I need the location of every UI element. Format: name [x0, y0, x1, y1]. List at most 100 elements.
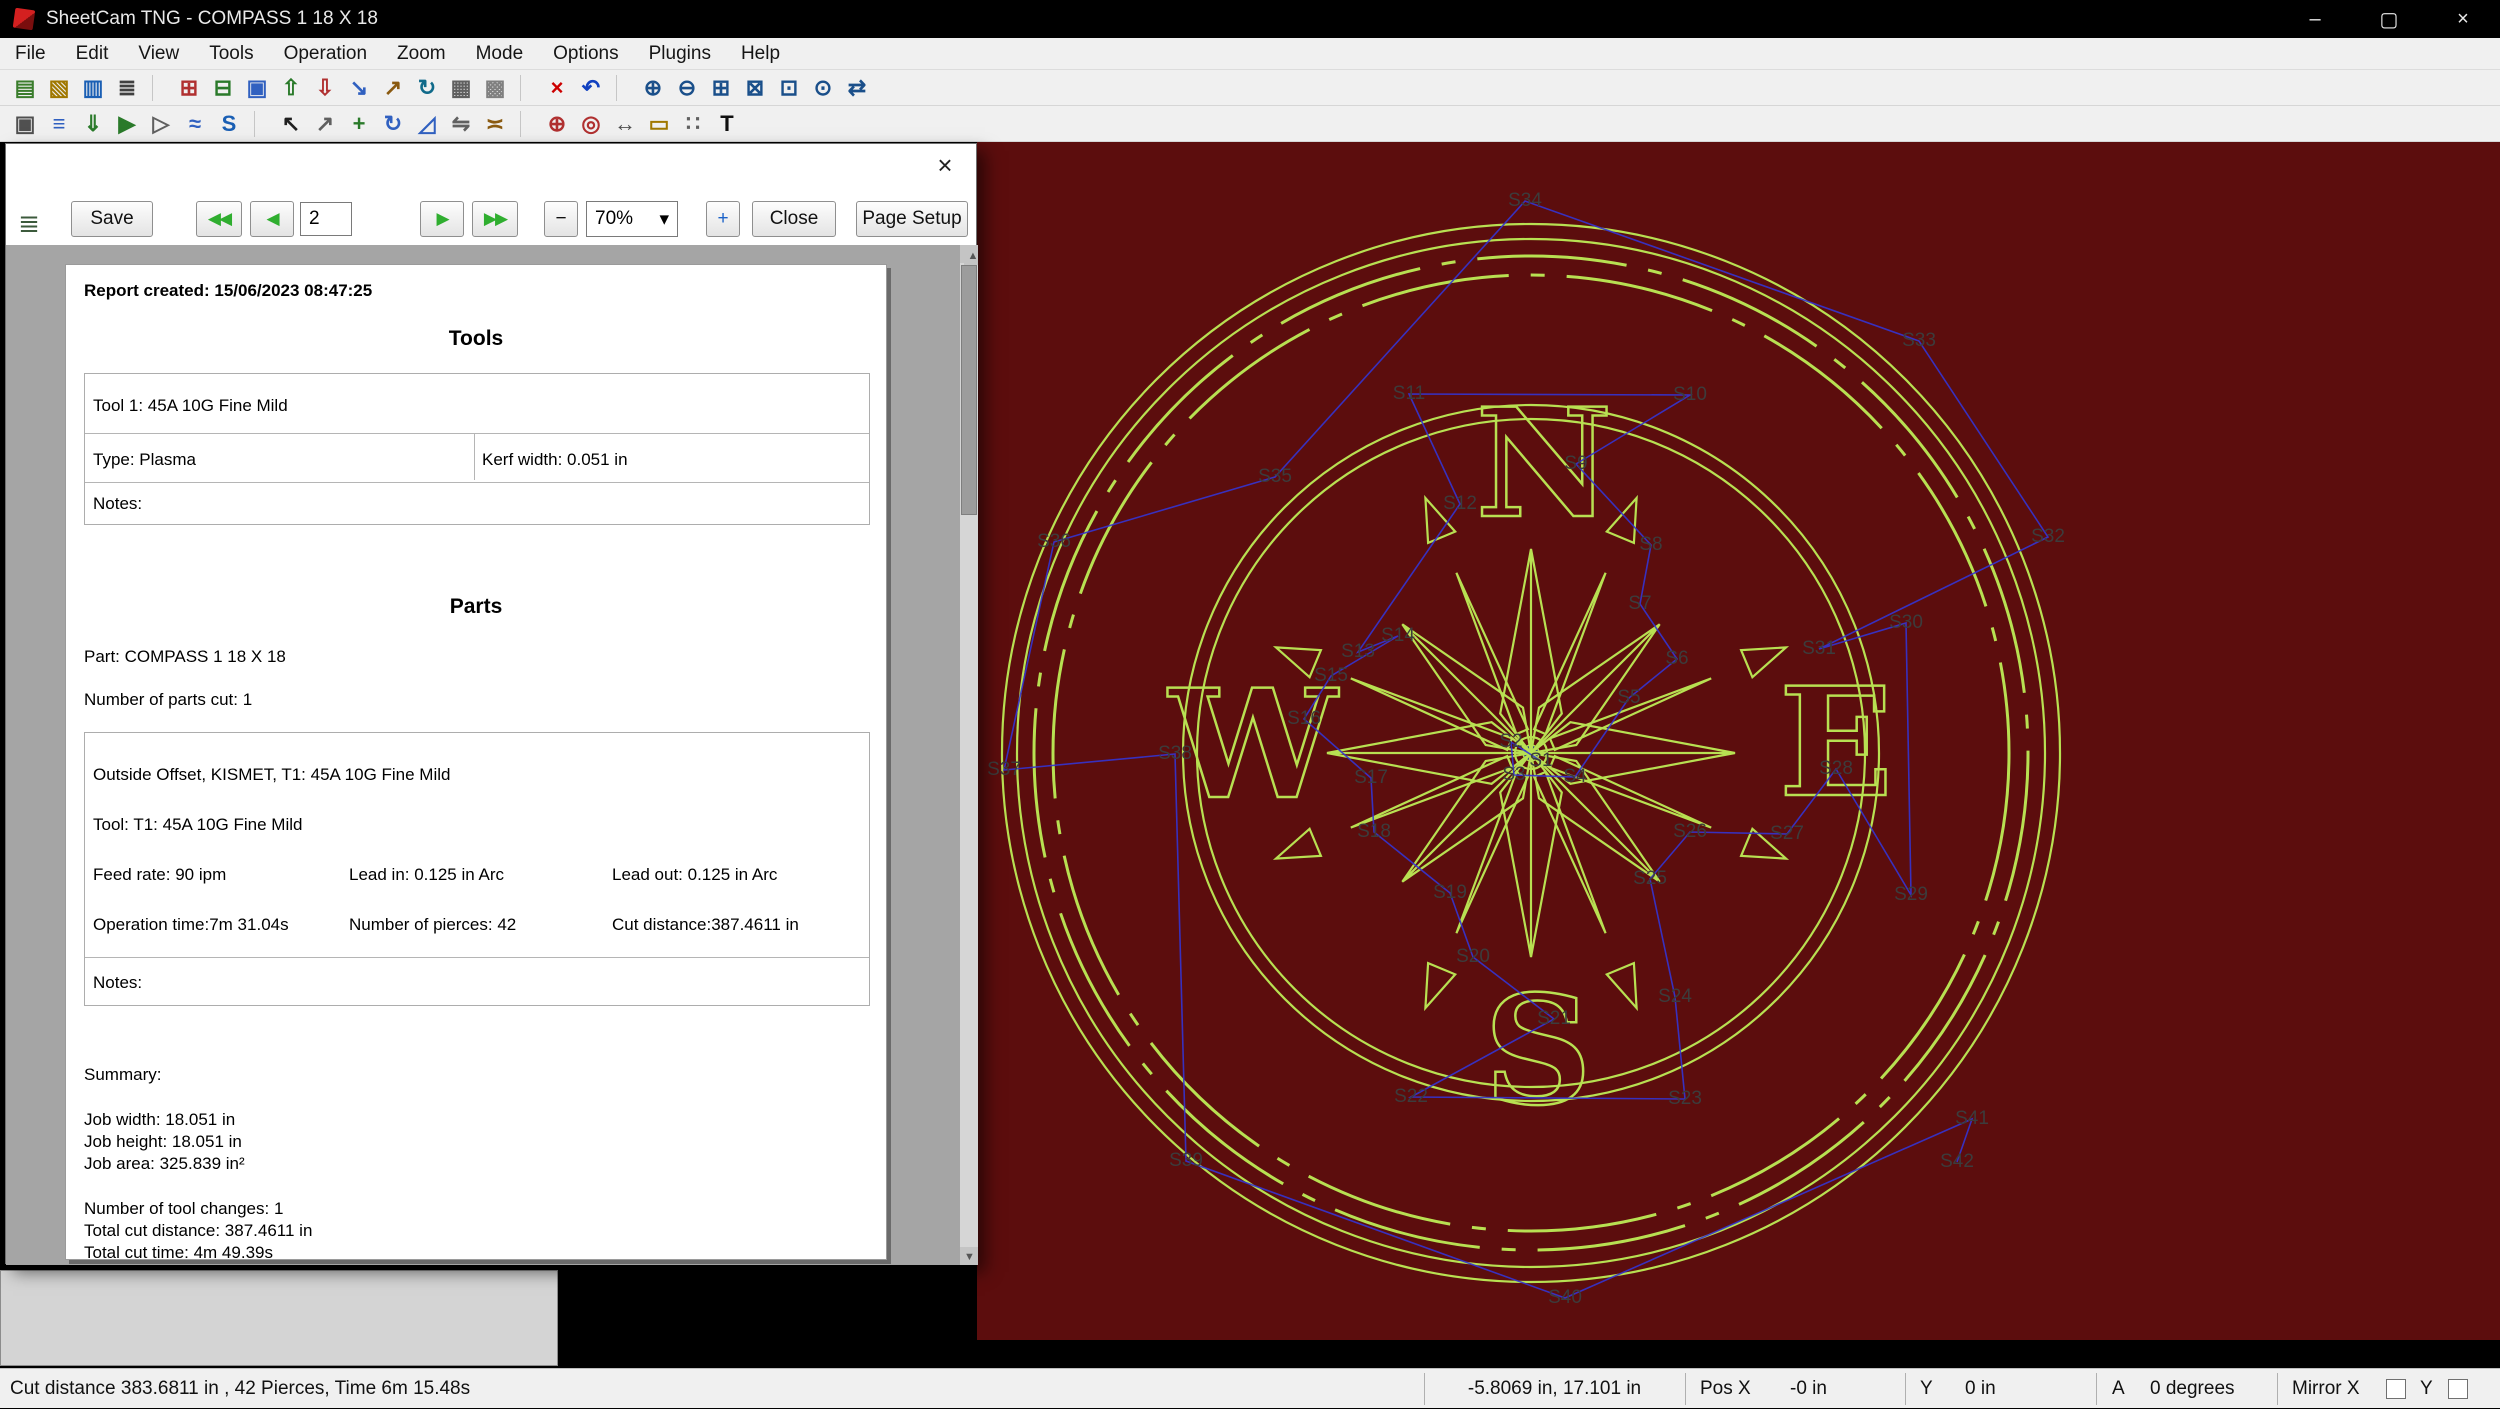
mirror-x-checkbox[interactable] — [2386, 1379, 2406, 1399]
kerf-width-cell: Kerf width: 0.051 in — [482, 450, 628, 469]
close-preview-button[interactable]: Close — [752, 201, 836, 237]
save-job-icon[interactable]: ▥ — [78, 73, 108, 103]
menu-item-help[interactable]: Help — [726, 38, 795, 70]
zoom-out-icon[interactable]: ⊖ — [672, 73, 702, 103]
menu-item-file[interactable]: File — [0, 38, 61, 70]
move-entity-icon[interactable]: + — [344, 109, 374, 139]
page-setup-button[interactable]: Page Setup — [856, 201, 968, 237]
pierces-cell: Number of pierces: 42 — [349, 915, 517, 934]
report-print-icon[interactable]: ≣ — [10, 204, 48, 242]
report-page: Report created: 15/06/2023 08:47:25 Tool… — [65, 264, 887, 1262]
delete-operations-icon[interactable]: × — [542, 73, 572, 103]
zoom-material-icon[interactable]: ⊙ — [808, 73, 838, 103]
zoom-in-icon[interactable]: ⊕ — [638, 73, 668, 103]
tools-table: Tool 1: 45A 10G Fine Mild Type: Plasma K… — [84, 373, 870, 525]
mirror-entity-icon[interactable]: ⇋ — [446, 109, 476, 139]
next-page-button[interactable]: ▶ — [420, 201, 464, 237]
measure-icon[interactable]: ↔ — [610, 109, 640, 139]
operation-time-cell: Operation time:7m 31.04s — [93, 915, 289, 934]
nest-parts-icon[interactable]: ▦ — [446, 73, 476, 103]
pierce-label-s41: S41 — [1955, 1108, 1989, 1129]
minimize-button[interactable]: – — [2278, 0, 2352, 38]
toolbar-row1: ▤ ▧ ▥ ≣ ⊞ ⊟ ▣ ⇧ ⇩ ↘ ↗ ↻ ▦ ▩ × ↶ ⊕ ⊖ ⊞ ⊠ ⊡ ⊙ ⇄ — [0, 70, 2500, 106]
feed-rate-cell: Feed rate: 90 ipm — [93, 865, 227, 884]
pierce-label-s37: S37 — [987, 759, 1021, 780]
close-button[interactable]: × — [2426, 0, 2500, 38]
select-contour-icon[interactable]: ↗ — [310, 109, 340, 139]
align-parts-icon[interactable]: ≍ — [480, 109, 510, 139]
toolbar-separator — [152, 74, 166, 101]
bottom-left-panel — [0, 1270, 558, 1366]
zoom-out-button[interactable]: − — [544, 201, 578, 237]
scrollbar-thumb[interactable] — [961, 265, 977, 515]
show-toolpaths-icon[interactable]: ≈ — [180, 109, 210, 139]
new-job-icon[interactable]: ▤ — [10, 73, 40, 103]
run-post-icon[interactable]: ▶ — [112, 109, 142, 139]
zoom-value: 70% — [595, 208, 634, 229]
print-icon[interactable]: ≣ — [112, 73, 142, 103]
position-indicator-icon[interactable]: ◎ — [576, 109, 606, 139]
zoom-drawing-icon[interactable]: ⊡ — [774, 73, 804, 103]
array-parts-icon[interactable]: ▩ — [480, 73, 510, 103]
mirror-y-checkbox[interactable] — [2448, 1379, 2468, 1399]
first-page-button[interactable]: ◀◀ — [196, 201, 242, 237]
scale-entity-icon[interactable]: ◿ — [412, 109, 442, 139]
part-down-icon[interactable]: ⇩ — [310, 73, 340, 103]
import-part-icon[interactable]: ↘ — [344, 73, 374, 103]
status-pos-x-value: -0 in — [1790, 1378, 1827, 1399]
drawing-canvas[interactable]: NESW S1 S2 S3 S4 S5 S6 S7 S8 S9 S10 S11 S12 S13 S14 S1… — [977, 142, 2500, 1340]
menu-item-mode[interactable]: Mode — [461, 38, 539, 70]
zoom-in-button[interactable]: + — [706, 201, 740, 237]
text-tool-icon[interactable]: T — [712, 109, 742, 139]
total-cut-time-line: Total cut time: 4m 49.39s — [84, 1243, 273, 1262]
menu-item-operation[interactable]: Operation — [269, 38, 382, 70]
rotate-entity-icon[interactable]: ↻ — [378, 109, 408, 139]
post-processor-icon[interactable]: ⇓ — [78, 109, 108, 139]
open-job-icon[interactable]: ▧ — [44, 73, 74, 103]
layers-icon[interactable]: ≡ — [44, 109, 74, 139]
new-part-icon[interactable]: ⊞ — [174, 73, 204, 103]
snap-grid-icon[interactable]: ∷ — [678, 109, 708, 139]
pierce-label-s7: S7 — [1628, 593, 1652, 614]
maximize-button[interactable]: ▢ — [2352, 0, 2426, 38]
toolbar-separator — [520, 74, 534, 101]
menu-item-options[interactable]: Options — [538, 38, 633, 70]
preview-scrollbar[interactable]: ▲ ▼ — [960, 245, 978, 1265]
status-a-label: A — [2112, 1378, 2125, 1399]
toolbar-separator — [254, 110, 268, 137]
status-mirror-label: Mirror X — [2292, 1378, 2360, 1399]
page-number-input[interactable] — [300, 202, 352, 236]
part-name-line: Part: COMPASS 1 18 X 18 — [84, 647, 286, 666]
pierce-labels: S1 S2 S3 S4 S5 S6 S7 S8 S9 S10 S11 S12 S13 S14 S15 S16 S… — [977, 142, 2500, 1340]
export-part-icon[interactable]: ↗ — [378, 73, 408, 103]
zoom-extents-icon[interactable]: ⊠ — [740, 73, 770, 103]
edit-part-icon[interactable]: ⊟ — [208, 73, 238, 103]
parts-heading: Parts — [449, 595, 503, 618]
spline-tool-icon[interactable]: S — [214, 109, 244, 139]
menu-item-zoom[interactable]: Zoom — [382, 38, 461, 70]
menu-item-tools[interactable]: Tools — [194, 38, 268, 70]
select-arrow-icon[interactable]: ↖ — [276, 109, 306, 139]
duplicate-part-icon[interactable]: ▣ — [242, 73, 272, 103]
menu-item-edit[interactable]: Edit — [61, 38, 124, 70]
machine-setup-icon[interactable]: ▣ — [10, 109, 40, 139]
pan-icon[interactable]: ⇄ — [842, 73, 872, 103]
prev-page-button[interactable]: ◀ — [250, 201, 294, 237]
menu-item-plugins[interactable]: Plugins — [634, 38, 726, 70]
status-cursor-coords: -5.8069 in, 17.101 in — [1467, 1378, 1642, 1399]
pierce-label-s13: S13 — [1341, 641, 1375, 662]
ruler-icon[interactable]: ▭ — [644, 109, 674, 139]
pierce-label-s31: S31 — [1802, 638, 1836, 659]
save-button[interactable]: Save — [71, 201, 153, 237]
pierce-label-s2: S2 — [1499, 731, 1523, 752]
zoom-select[interactable]: 70% ▾ — [586, 201, 678, 237]
simulate-icon[interactable]: ▷ — [146, 109, 176, 139]
reload-part-icon[interactable]: ↻ — [412, 73, 442, 103]
part-up-icon[interactable]: ⇧ — [276, 73, 306, 103]
last-page-button[interactable]: ▶▶ — [472, 201, 518, 237]
undo-icon[interactable]: ↶ — [576, 73, 606, 103]
set-origin-icon[interactable]: ⊕ — [542, 109, 572, 139]
dialog-close-icon[interactable]: × — [928, 148, 962, 182]
zoom-window-icon[interactable]: ⊞ — [706, 73, 736, 103]
menu-item-view[interactable]: View — [123, 38, 194, 70]
